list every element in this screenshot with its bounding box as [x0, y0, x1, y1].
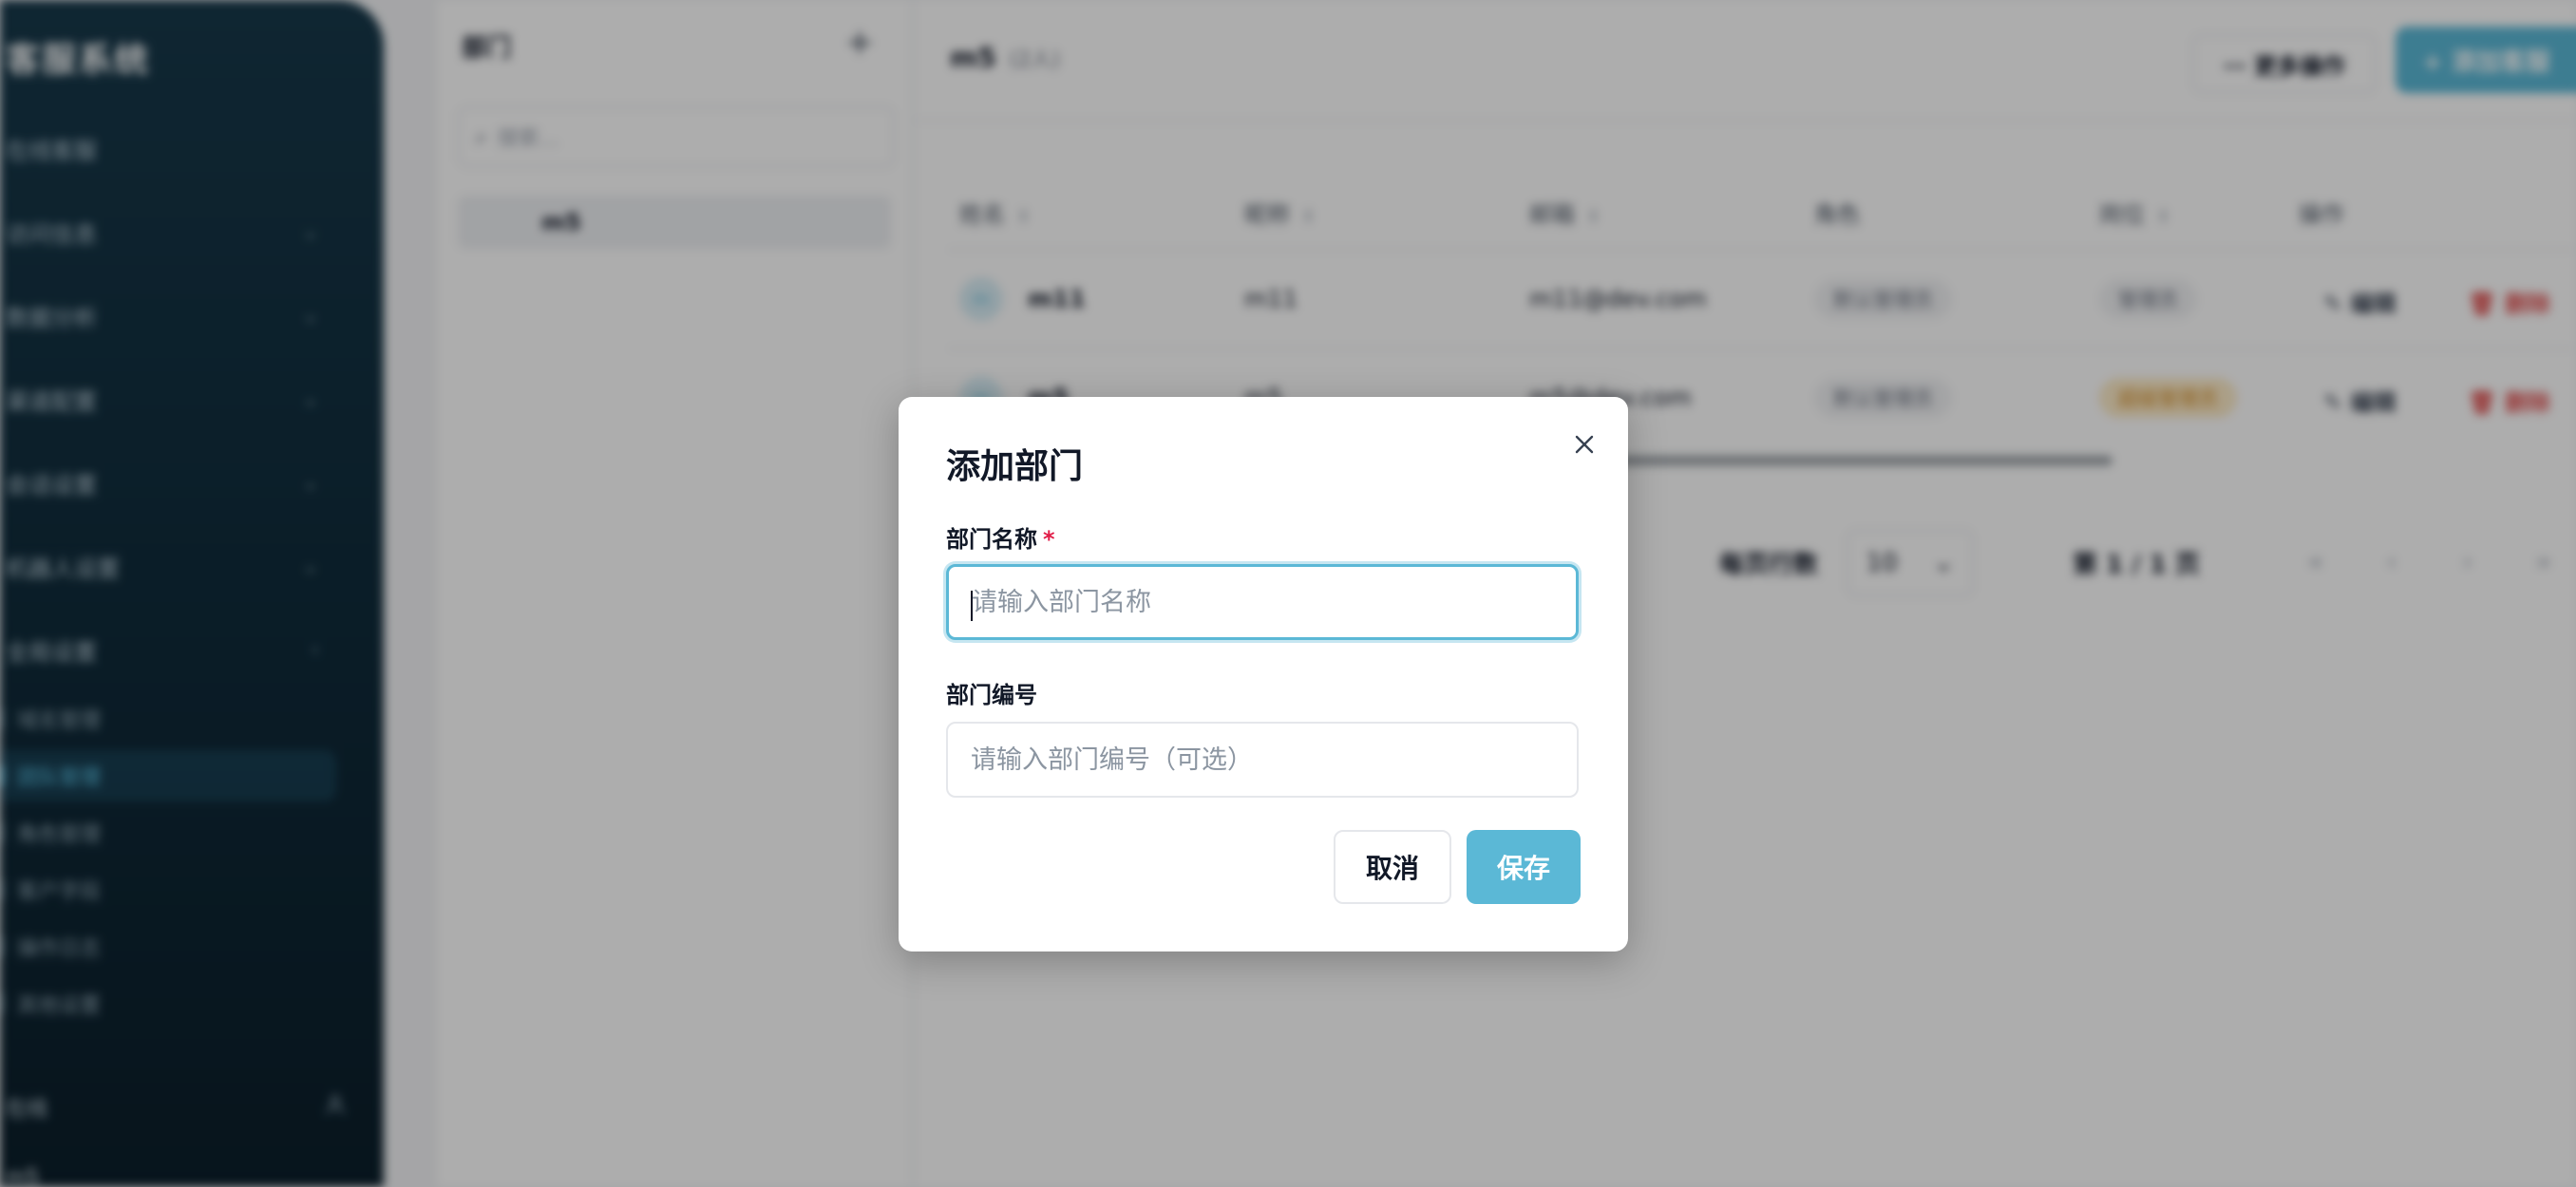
department-name-label: 部门名称 *	[946, 520, 1055, 554]
department-code-input[interactable]	[946, 722, 1579, 798]
text-caret	[971, 591, 973, 621]
save-button[interactable]: 保存	[1467, 830, 1581, 904]
department-code-label: 部门编号	[946, 682, 1037, 708]
close-button[interactable]	[1563, 425, 1605, 467]
required-marker: *	[1043, 526, 1055, 553]
dialog-title: 添加部门	[946, 447, 1084, 486]
label-text: 部门名称	[946, 526, 1037, 553]
cancel-button[interactable]: 取消	[1334, 830, 1451, 904]
add-department-dialog: 添加部门 部门名称* 部门编号 取消 保存	[899, 397, 1628, 951]
app-root: 客服系统 在线客服 访问信息 ⌄ 数据分析 ⌄ 渠道配置 ⌄ 会话设置 ⌄ 机器…	[0, 0, 2576, 1187]
close-icon	[1573, 433, 1596, 460]
department-name-input[interactable]	[946, 564, 1579, 640]
